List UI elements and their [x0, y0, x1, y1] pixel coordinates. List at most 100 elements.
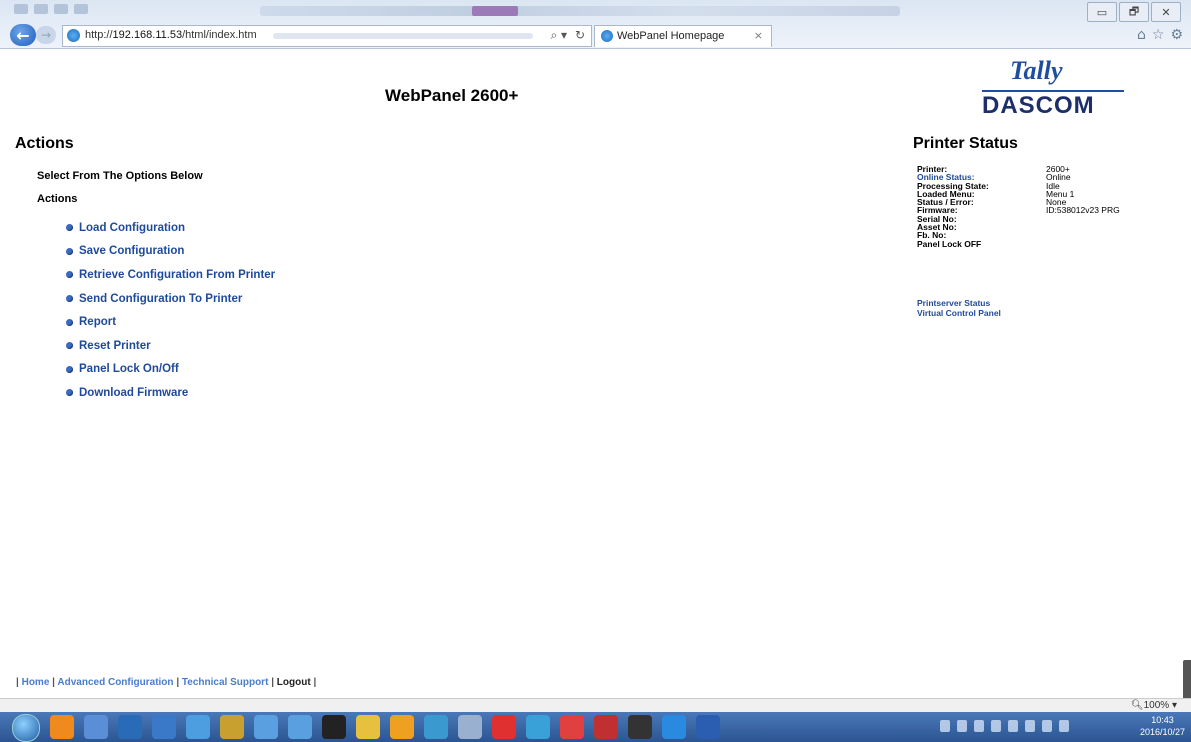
reset-printer-link[interactable]: Reset Printer — [79, 340, 151, 352]
ie-favicon-icon — [67, 29, 80, 42]
taskbar-app-icon[interactable] — [390, 715, 414, 739]
tray-icon[interactable] — [991, 720, 1001, 732]
taskbar-app-icon[interactable] — [560, 715, 584, 739]
status-value: ID:538012v23 PRG — [1046, 205, 1120, 216]
system-tray — [940, 720, 1069, 732]
list-item: Save Configuration — [66, 240, 275, 264]
taskbar-app-icon[interactable] — [492, 715, 516, 739]
tray-icon[interactable] — [1059, 720, 1069, 732]
retrieve-configuration-link[interactable]: Retrieve Configuration From Printer — [79, 269, 275, 281]
quick-access-toolbar — [14, 4, 88, 18]
technical-support-link[interactable]: Technical Support — [182, 677, 269, 688]
back-button[interactable]: ← — [10, 24, 36, 46]
toolbar-icon[interactable] — [74, 4, 88, 14]
taskbar-app-icon[interactable] — [152, 715, 176, 739]
refresh-icon[interactable]: ↻ — [575, 28, 585, 42]
url-text: http://192.168.11.53/html/index.htm — [85, 29, 257, 41]
toolbar-icon[interactable] — [34, 4, 48, 14]
action-list: Load Configuration Save Configuration Re… — [66, 216, 275, 405]
taskbar-app-icon[interactable] — [424, 715, 448, 739]
panel-lock-link[interactable]: Panel Lock On/Off — [79, 363, 179, 375]
tray-icon[interactable] — [1042, 720, 1052, 732]
address-bar[interactable]: http://192.168.11.53/html/index.htm ⌕ ▾ … — [62, 25, 592, 47]
page-title: WebPanel 2600+ — [385, 86, 519, 105]
status-value — [1046, 240, 1120, 248]
title-bar-strip — [260, 6, 900, 16]
table-row: Panel Lock OFF — [917, 238, 1120, 249]
status-key: Panel Lock OFF — [917, 238, 982, 249]
taskbar-app-icon[interactable] — [696, 715, 720, 739]
toolbar-icon[interactable] — [54, 4, 68, 14]
browser-toolbar-icons: ⌂ ☆ ⚙ — [1137, 27, 1183, 43]
taskbar-app-icon[interactable] — [186, 715, 210, 739]
gear-icon[interactable]: ⚙ — [1170, 27, 1183, 43]
taskbar-clock[interactable]: 10:43 2016/10/27 — [1140, 714, 1185, 738]
status-value — [1046, 231, 1120, 239]
toolbar-icon[interactable] — [14, 4, 28, 14]
list-item: Reset Printer — [66, 334, 275, 358]
taskbar-app-icon[interactable] — [50, 715, 74, 739]
load-configuration-link[interactable]: Load Configuration — [79, 222, 185, 234]
taskbar-app-icon[interactable] — [628, 715, 652, 739]
tray-icon[interactable] — [1025, 720, 1035, 732]
tally-dascom-logo: Tally DASCOM — [966, 56, 1126, 119]
taskbar-app-icon[interactable] — [526, 715, 550, 739]
select-options-label: Select From The Options Below — [37, 170, 203, 182]
status-value — [1046, 215, 1120, 223]
separator: | — [313, 677, 317, 688]
browser-tab[interactable]: WebPanel Homepage × — [594, 25, 772, 47]
browser-chrome: ▭ 🗗 ✕ ← → http://192.168.11.53/html/inde… — [0, 0, 1191, 49]
bullet-icon — [66, 342, 73, 350]
zoom-icon: 🔍︎ — [1130, 700, 1144, 711]
browser-status-bar: 🔍︎100% ▾ — [0, 698, 1191, 713]
taskbar-app-icon[interactable] — [594, 715, 618, 739]
taskbar-app-icon[interactable] — [254, 715, 278, 739]
scrollbar-handle[interactable] — [1183, 660, 1191, 700]
zoom-level[interactable]: 🔍︎100% ▾ — [1131, 700, 1177, 711]
close-button[interactable]: ✕ — [1151, 2, 1181, 22]
logout-link[interactable]: Logout — [277, 677, 311, 688]
send-configuration-link[interactable]: Send Configuration To Printer — [79, 293, 242, 305]
windows-taskbar: 10:43 2016/10/27 — [0, 712, 1191, 742]
list-item: Report — [66, 310, 275, 334]
tray-icon[interactable] — [940, 720, 950, 732]
home-icon[interactable]: ⌂ — [1137, 27, 1146, 43]
bullet-icon — [66, 365, 73, 373]
taskbar-app-icon[interactable] — [118, 715, 142, 739]
taskbar-app-icon[interactable] — [84, 715, 108, 739]
tray-icon[interactable] — [1008, 720, 1018, 732]
save-configuration-link[interactable]: Save Configuration — [79, 245, 184, 257]
list-item: Download Firmware — [66, 381, 275, 405]
address-bar-blur — [273, 33, 533, 39]
taskbar-app-icon[interactable] — [356, 715, 380, 739]
bullet-icon — [66, 318, 73, 326]
search-icon[interactable]: ⌕ ▾ — [550, 28, 567, 43]
list-item: Retrieve Configuration From Printer — [66, 263, 275, 287]
taskbar-app-icon[interactable] — [662, 715, 686, 739]
taskbar-app-icon[interactable] — [458, 715, 482, 739]
favorites-star-icon[interactable]: ☆ — [1152, 27, 1165, 43]
tray-icon[interactable] — [974, 720, 984, 732]
printer-status-table: Printer: 2600+ Online Status: Online Proce… — [917, 165, 1120, 248]
bullet-icon — [66, 271, 73, 279]
close-icon[interactable]: × — [754, 29, 763, 42]
tray-icon[interactable] — [957, 720, 967, 732]
advanced-configuration-link[interactable]: Advanced Configuration — [57, 677, 173, 688]
virtual-control-panel-link[interactable]: Virtual Control Panel — [917, 308, 1001, 318]
download-firmware-link[interactable]: Download Firmware — [79, 387, 188, 399]
separator: | — [52, 677, 55, 688]
taskbar-app-icon[interactable] — [288, 715, 312, 739]
report-link[interactable]: Report — [79, 316, 116, 328]
taskbar-app-icon[interactable] — [220, 715, 244, 739]
printserver-status-link[interactable]: Printserver Status — [917, 298, 1001, 308]
list-item: Panel Lock On/Off — [66, 358, 275, 382]
start-button[interactable] — [12, 714, 40, 742]
table-row: Asset No: — [917, 223, 1120, 232]
separator: | — [176, 677, 180, 688]
taskbar-app-icon[interactable] — [322, 715, 346, 739]
forward-button[interactable]: → — [36, 26, 56, 44]
minimize-button[interactable]: ▭ — [1087, 2, 1117, 22]
home-link[interactable]: Home — [22, 677, 50, 688]
list-item: Send Configuration To Printer — [66, 287, 275, 311]
maximize-button[interactable]: 🗗 — [1119, 2, 1149, 22]
